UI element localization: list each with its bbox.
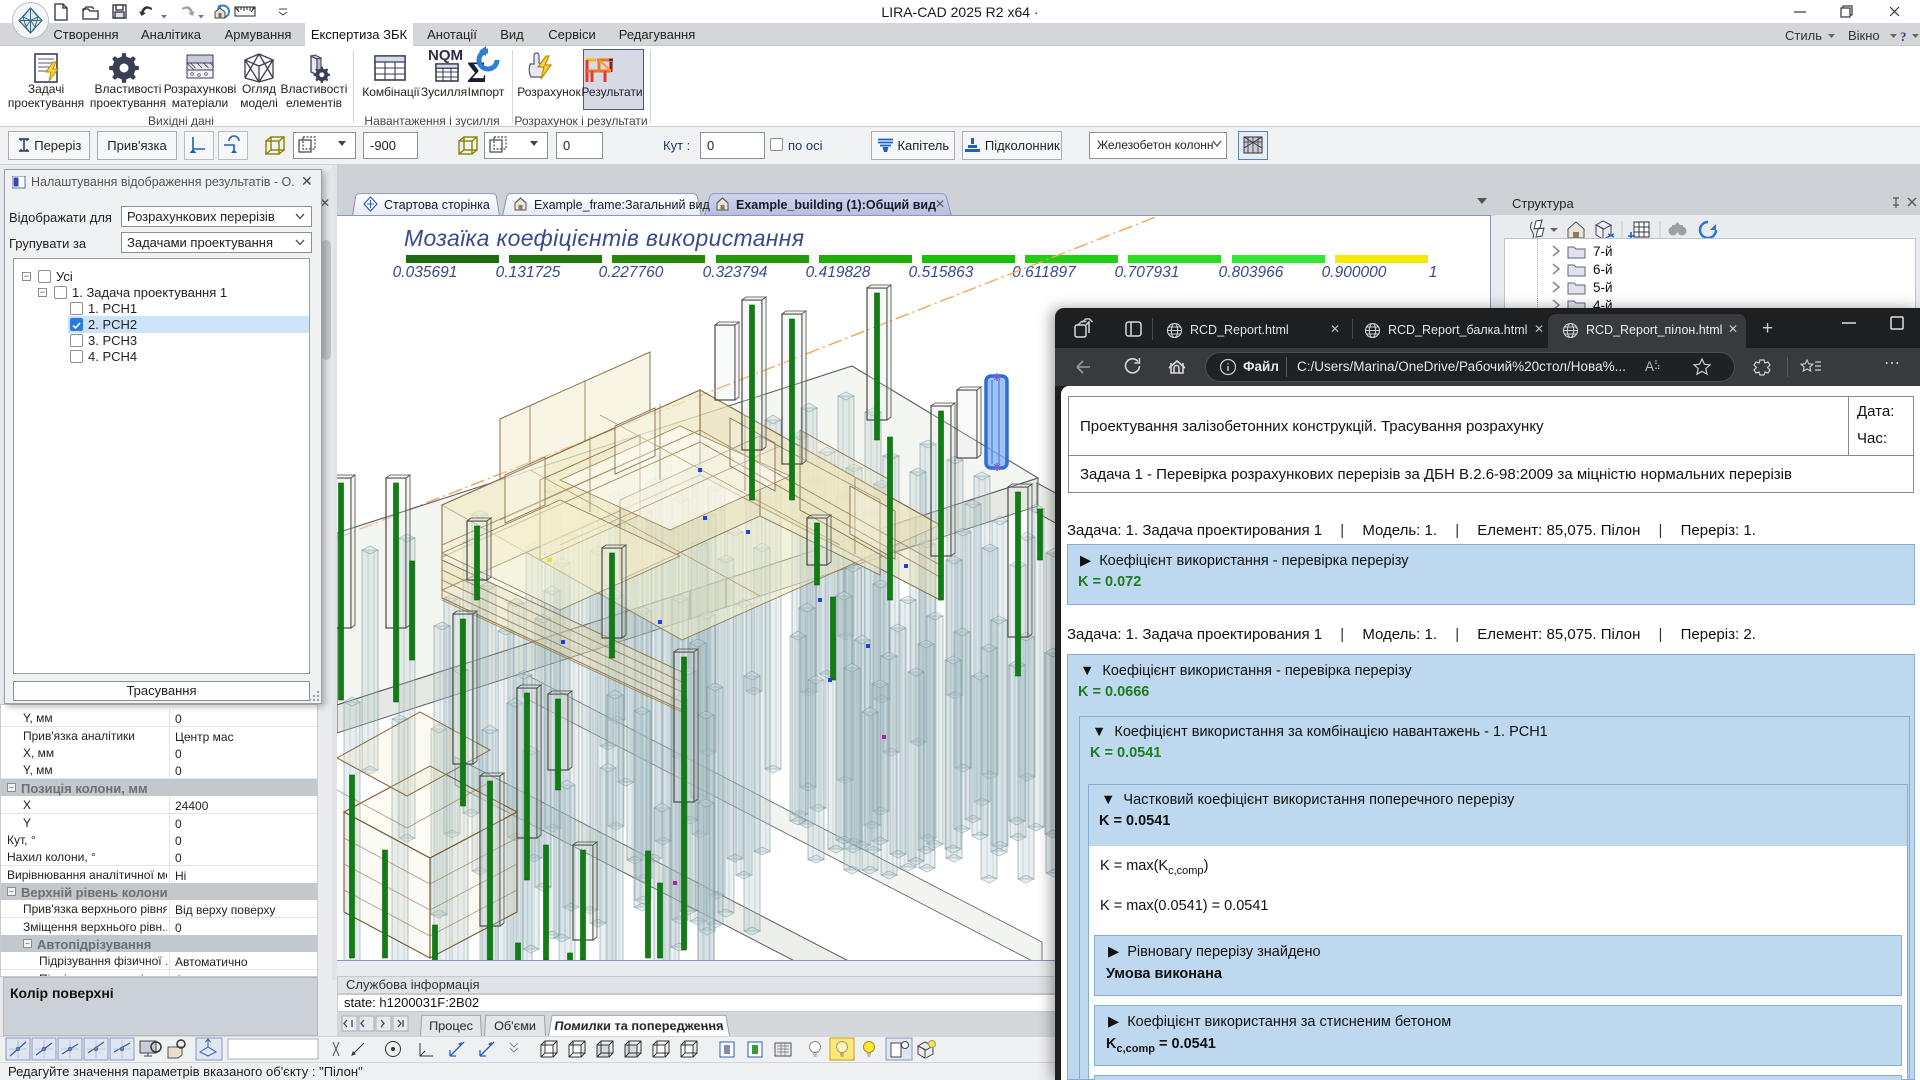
- svg-text:1: 1: [1429, 264, 1438, 281]
- svg-text:0.419828: 0.419828: [806, 264, 871, 281]
- svg-text:NQM: NQM: [428, 47, 463, 64]
- svg-text:0.803966: 0.803966: [1219, 264, 1284, 281]
- svg-text:?: ?: [1900, 31, 1907, 43]
- svg-text:0.611897: 0.611897: [1012, 264, 1077, 281]
- svg-text:0.900000: 0.900000: [1322, 264, 1387, 281]
- svg-text:0.323794: 0.323794: [703, 264, 768, 281]
- svg-text:0.035691: 0.035691: [393, 264, 458, 281]
- svg-text:0.227760: 0.227760: [599, 264, 664, 281]
- svg-text:Мозаїка коефіцієнтів використа: Мозаїка коефіцієнтів використання: [404, 225, 804, 251]
- svg-text:0.515863: 0.515863: [909, 264, 974, 281]
- svg-text:0.707931: 0.707931: [1115, 264, 1180, 281]
- svg-text:0.131725: 0.131725: [496, 264, 561, 281]
